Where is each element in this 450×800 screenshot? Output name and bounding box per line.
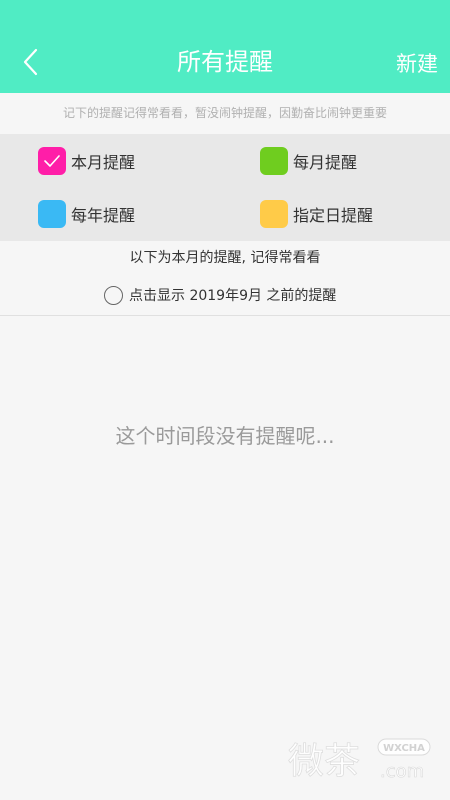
filter-panel: 本月提醒 每月提醒 每年提醒 指定日提醒	[0, 134, 450, 241]
filter-specific-day[interactable]: 指定日提醒	[260, 199, 373, 229]
filter-label: 每月提醒	[293, 153, 358, 172]
filter-label: 指定日提醒	[293, 206, 374, 225]
empty-state-text: 这个时间段没有提醒呢...	[115, 424, 335, 448]
this-month-checkbox[interactable]	[38, 147, 66, 175]
divider	[0, 315, 450, 316]
show-previous-toggle[interactable]: 点击显示 2019年9月 之前的提醒	[104, 283, 336, 307]
svg-text:WXCHA: WXCHA	[383, 743, 425, 754]
filter-this-month[interactable]: 本月提醒	[38, 146, 135, 176]
monthly-checkbox[interactable]	[260, 147, 288, 175]
watermark-logo: 微茶 WXCHA .com	[288, 738, 431, 782]
hint-text: 记下的提醒记得常看看，暂没闹钟提醒，因勤奋比闹钟更重要	[0, 93, 450, 134]
radio-unchecked-icon[interactable]	[104, 285, 123, 305]
filter-label: 每年提醒	[71, 206, 136, 225]
show-previous-label: 点击显示 2019年9月 之前的提醒	[129, 288, 337, 304]
filter-label: 本月提醒	[71, 153, 136, 172]
page-title: 所有提醒	[177, 48, 273, 76]
new-reminder-button[interactable]: 新建	[396, 46, 438, 82]
svg-text:微茶: 微茶	[288, 741, 360, 782]
specific-day-checkbox[interactable]	[260, 200, 288, 228]
info-note: 以下为本月的提醒, 记得常看看	[129, 250, 321, 266]
filter-monthly[interactable]: 每月提醒	[260, 146, 357, 176]
yearly-checkbox[interactable]	[38, 200, 66, 228]
filter-yearly[interactable]: 每年提醒	[38, 199, 135, 229]
svg-text:.com: .com	[380, 761, 424, 782]
header-bar: 所有提醒 新建	[0, 0, 450, 93]
check-icon	[44, 155, 60, 167]
